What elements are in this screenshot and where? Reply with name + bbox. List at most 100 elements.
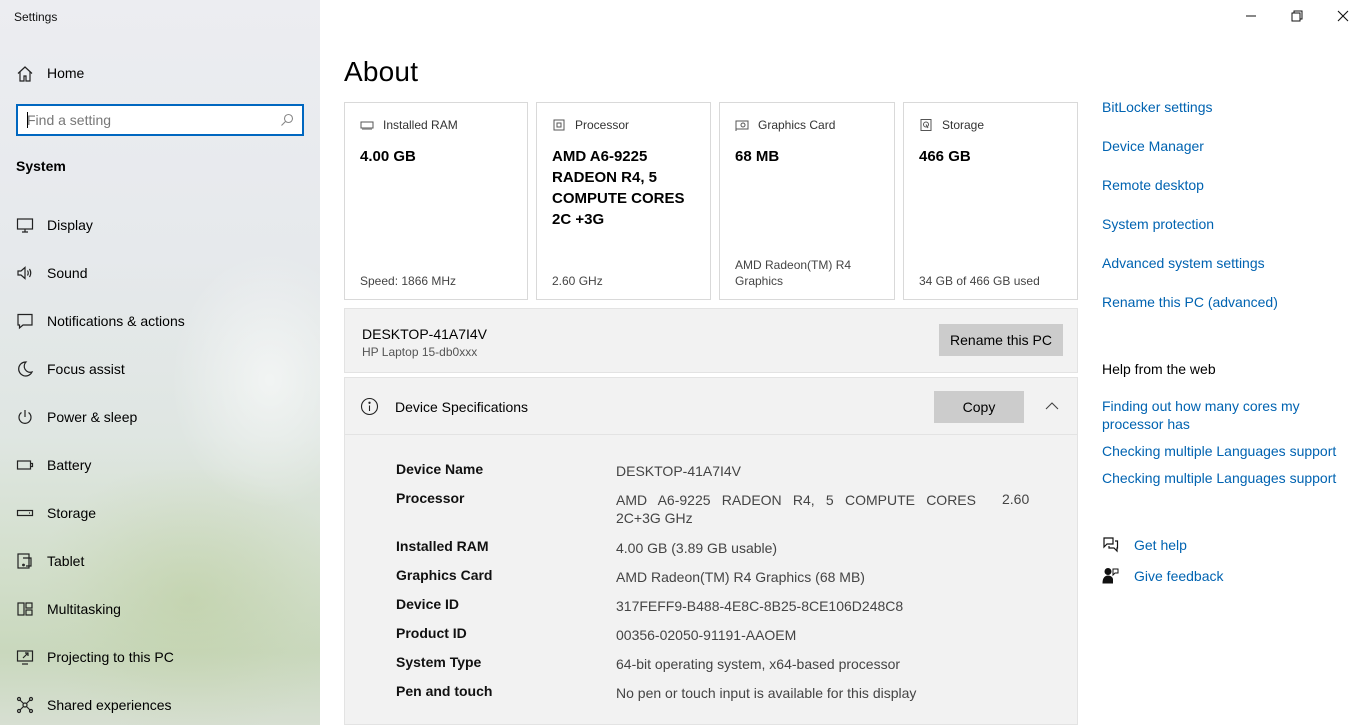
device-specifications-title: Device Specifications — [395, 399, 529, 415]
sidebar-item-tablet[interactable]: Tablet — [0, 544, 320, 592]
card-value: 466 GB — [919, 148, 971, 165]
spec-value-extra: 2.60 — [1002, 491, 1030, 507]
spec-value: No pen or touch input is available for t… — [616, 685, 917, 701]
spec-row: Product ID 00356-02050-91191-AAOEM — [396, 625, 1036, 654]
sidebar-item-label: Tablet — [47, 553, 85, 569]
link-remote-desktop[interactable]: Remote desktop — [1102, 177, 1204, 193]
card-graphics: Graphics Card 68 MB AMD Radeon(TM) R4 Gr… — [719, 102, 895, 300]
card-installed-ram: Installed RAM 4.00 GB Speed: 1866 MHz — [344, 102, 528, 300]
spec-row: Graphics Card AMD Radeon(TM) R4 Graphics… — [396, 567, 1036, 596]
sidebar-item-label: Focus assist — [47, 361, 125, 377]
sidebar-item-power-sleep[interactable]: Power & sleep — [0, 400, 320, 448]
card-value: 68 MB — [735, 148, 780, 165]
spec-key: Product ID — [396, 625, 467, 641]
get-help-link[interactable]: Get help — [1102, 536, 1222, 556]
card-processor: Processor AMD A6-9225 RADEON R4, 5 COMPU… — [536, 102, 711, 300]
spec-value: DESKTOP-41A7I4V — [616, 463, 742, 479]
sidebar: Settings Home System Display Sound Notif… — [0, 0, 320, 725]
help-link-languages-2[interactable]: Checking multiple Languages support — [1102, 469, 1342, 487]
search-box[interactable] — [16, 104, 304, 136]
sidebar-item-home-label: Home — [47, 65, 85, 81]
help-link-cores[interactable]: Finding out how many cores my processor … — [1102, 397, 1342, 433]
projecting-icon — [16, 650, 34, 665]
sidebar-item-label: Sound — [47, 265, 88, 281]
app-title: Settings — [14, 10, 58, 24]
sidebar-item-label: Notifications & actions — [47, 313, 185, 329]
spec-key: Graphics Card — [396, 567, 493, 583]
page-title: About — [344, 56, 419, 87]
device-specifications-panel: Device Specifications Copy Device Name D… — [344, 377, 1078, 725]
sidebar-item-label: Power & sleep — [47, 409, 138, 425]
spec-key: Installed RAM — [396, 538, 489, 554]
give-feedback-link[interactable]: Give feedback — [1102, 567, 1242, 587]
sidebar-item-sound[interactable]: Sound — [0, 256, 320, 304]
shared-experiences-icon — [16, 696, 34, 714]
spec-row: Device ID 317FEFF9-B488-4E8C-8B25-8CE106… — [396, 596, 1036, 625]
card-label: Installed RAM — [383, 118, 458, 132]
spec-value: 317FEFF9-B488-4E8C-8B25-8CE106D248C8 — [616, 598, 904, 614]
sidebar-item-notifications[interactable]: Notifications & actions — [0, 304, 320, 352]
sidebar-item-multitasking[interactable]: Multitasking — [0, 592, 320, 640]
sidebar-item-projecting[interactable]: Projecting to this PC — [0, 640, 320, 688]
get-help-icon — [1103, 537, 1119, 553]
storage-icon — [16, 509, 34, 517]
device-specifications-header[interactable]: Device Specifications Copy — [345, 378, 1077, 435]
spec-value: 4.00 GB (3.89 GB usable) — [616, 540, 778, 556]
sidebar-item-display[interactable]: Display — [0, 208, 320, 256]
search-input[interactable] — [18, 106, 258, 134]
sidebar-item-label: Battery — [47, 457, 92, 473]
processor-icon — [553, 119, 565, 131]
sidebar-item-label: Display — [47, 217, 93, 233]
spec-value: 00356-02050-91191-AAOEM — [616, 627, 797, 643]
spec-key: Device ID — [396, 596, 460, 612]
close-icon[interactable] — [1331, 4, 1355, 28]
section-label: System — [16, 158, 66, 174]
card-footer: AMD Radeon(TM) R4 Graphics — [735, 258, 852, 288]
battery-icon — [16, 460, 34, 470]
spec-value: AMD A6-9225 RADEON R4, 5 COMPUTE CORES 2… — [616, 492, 976, 526]
chevron-up-icon[interactable] — [1043, 397, 1061, 415]
sidebar-item-battery[interactable]: Battery — [0, 448, 320, 496]
card-storage: Storage 466 GB 34 GB of 466 GB used — [903, 102, 1078, 300]
give-feedback-icon — [1102, 568, 1119, 584]
sidebar-item-shared-experiences[interactable]: Shared experiences — [0, 688, 320, 725]
text-caret — [27, 112, 28, 128]
focus-assist-icon — [18, 361, 34, 377]
link-bitlocker-settings[interactable]: BitLocker settings — [1102, 99, 1213, 115]
sidebar-item-storage[interactable]: Storage — [0, 496, 320, 544]
card-footer: 34 GB of 466 GB used — [919, 274, 1040, 288]
spec-table: Device Name DESKTOP-41A7I4V Processor AM… — [396, 461, 1036, 712]
spec-row: Device Name DESKTOP-41A7I4V — [396, 461, 1036, 490]
sidebar-item-label: Shared experiences — [47, 697, 172, 713]
sidebar-item-focus-assist[interactable]: Focus assist — [0, 352, 320, 400]
pc-name: DESKTOP-41A7I4V — [362, 326, 488, 342]
spec-key: System Type — [396, 654, 482, 670]
notifications-icon — [17, 313, 33, 330]
pc-model: HP Laptop 15-db0xxx — [362, 345, 478, 359]
link-advanced-system-settings[interactable]: Advanced system settings — [1102, 255, 1265, 271]
help-link-languages[interactable]: Checking multiple Languages support — [1102, 442, 1342, 460]
search-icon[interactable] — [280, 113, 294, 127]
storage-drive-icon — [920, 119, 932, 131]
spec-row: System Type 64-bit operating system, x64… — [396, 654, 1036, 683]
spec-value: 64-bit operating system, x64-based proce… — [616, 656, 901, 672]
home-icon — [17, 66, 33, 82]
copy-button[interactable]: Copy — [934, 391, 1024, 423]
link-rename-pc-advanced[interactable]: Rename this PC (advanced) — [1102, 294, 1278, 310]
multitasking-icon — [17, 602, 33, 616]
card-footer: Speed: 1866 MHz — [360, 274, 457, 288]
help-from-web-title: Help from the web — [1102, 361, 1216, 377]
rename-pc-button[interactable]: Rename this PC — [939, 324, 1063, 356]
spec-row: Installed RAM 4.00 GB (3.89 GB usable) — [396, 538, 1036, 567]
sidebar-nav: Display Sound Notifications & actions Fo… — [0, 208, 320, 725]
link-system-protection[interactable]: System protection — [1102, 216, 1214, 232]
spec-row: Processor AMD A6-9225 RADEON R4, 5 COMPU… — [396, 490, 1036, 538]
minimize-icon[interactable] — [1239, 4, 1263, 28]
spec-key: Pen and touch — [396, 683, 493, 699]
card-footer: 2.60 GHz — [552, 274, 603, 288]
sidebar-item-home[interactable]: Home — [0, 60, 320, 88]
give-feedback-label: Give feedback — [1134, 568, 1224, 584]
restore-icon[interactable] — [1285, 4, 1309, 28]
display-icon — [16, 218, 34, 233]
link-device-manager[interactable]: Device Manager — [1102, 138, 1204, 154]
